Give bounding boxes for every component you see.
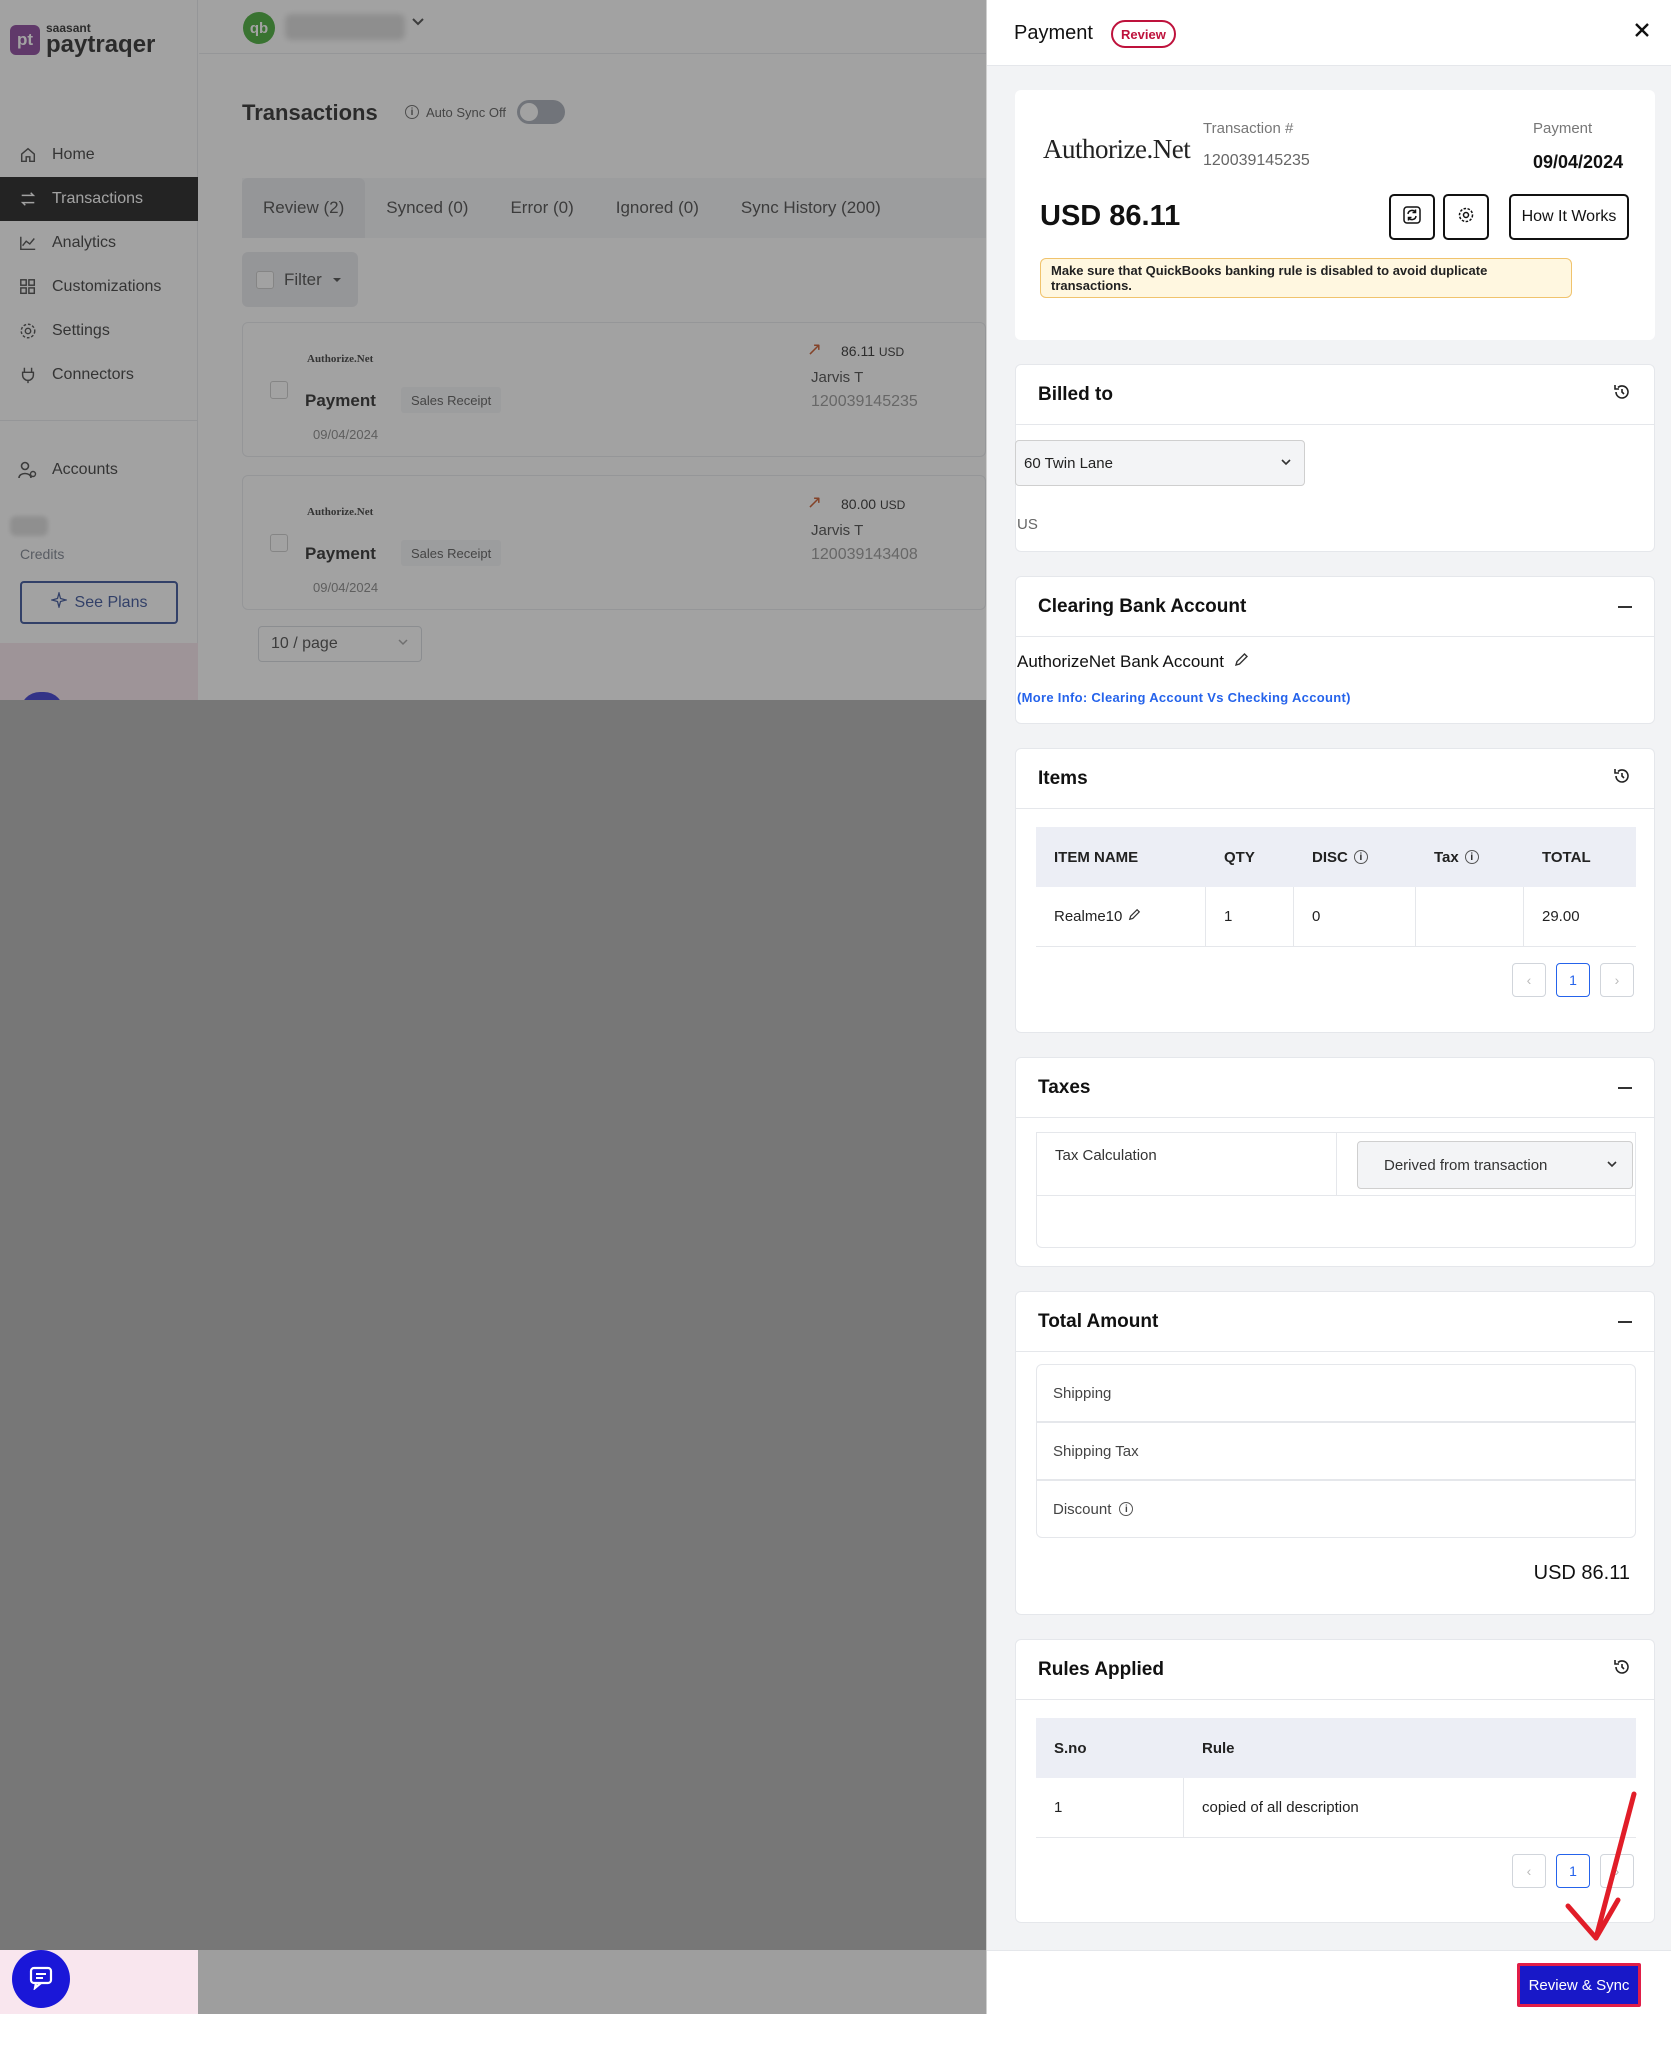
modal-overlay[interactable] [0,0,986,2014]
address-value: 60 Twin Lane [1024,454,1113,472]
bottom-strip [198,1950,986,2014]
column-header: Tax i [1416,827,1524,887]
chat-button[interactable] [12,1950,70,2008]
transaction-number-value: 120039145235 [1203,152,1310,169]
items-table-header: ITEM NAME QTY DISC i Tax i TOTAL [1036,827,1636,887]
info-icon: i [1353,850,1368,864]
payment-date-label: Payment [1533,120,1593,137]
tax-calculation-row: Tax Calculation Derived from transaction [1036,1132,1636,1196]
page-bottom-margin [0,2014,1671,2048]
tax-empty-row [1036,1196,1636,1248]
info-icon: i [1119,1502,1134,1516]
qty-cell: 1 [1206,887,1294,946]
close-icon[interactable] [1633,18,1651,46]
history-icon[interactable] [1612,1657,1632,1683]
gear-icon [1456,205,1476,230]
history-icon[interactable] [1612,766,1632,792]
card-header: Rules Applied [1016,1640,1654,1700]
card-title: Billed to [1038,383,1113,405]
column-header: QTY [1224,848,1255,866]
shipping-tax-label: Shipping Tax [1053,1442,1139,1460]
disc-cell: 0 [1294,887,1416,946]
card-header: Items [1016,749,1654,809]
card-title: Items [1038,767,1088,789]
card-title: Taxes [1038,1076,1091,1098]
rules-table-header: S.no Rule [1036,1718,1636,1778]
shipping-tax-row[interactable]: Shipping Tax [1036,1422,1636,1480]
tax-calculation-select[interactable]: Derived from transaction [1357,1141,1633,1189]
table-row: Realme10 1 0 29.00 [1036,887,1636,947]
shipping-label: Shipping [1053,1384,1112,1402]
card-title: Total Amount [1038,1310,1159,1332]
total-amount-card: Total Amount Shipping Shipping Tax Disco… [1015,1291,1655,1615]
card-header: Total Amount [1016,1292,1654,1352]
tax-cell [1416,887,1524,946]
sno-cell: 1 [1036,1778,1184,1837]
discount-label: Discount [1053,1500,1112,1518]
clearing-account-value: AuthorizeNet Bank Account [1017,652,1224,671]
column-header: DISC i [1294,827,1416,887]
payment-drawer: Payment Review Authorize.Net Transaction… [986,0,1671,2014]
collapse-icon[interactable] [1618,1086,1632,1089]
card-header: Taxes [1016,1058,1654,1118]
page-number-button[interactable]: 1 [1556,963,1590,997]
payment-summary-card: Authorize.Net Transaction # 120039145235… [1015,90,1655,340]
tax-calculation-label: Tax Calculation [1037,1133,1337,1195]
items-pagination: ‹ 1 › [1512,963,1634,997]
card-title: Rules Applied [1038,1658,1164,1680]
how-it-works-button[interactable]: How It Works [1509,194,1629,240]
status-badge: Review [1111,20,1176,48]
shipping-row[interactable]: Shipping [1036,1364,1636,1422]
pencil-icon[interactable] [1128,908,1141,925]
card-title: Clearing Bank Account [1038,595,1247,617]
collapse-icon[interactable] [1618,1320,1632,1323]
item-name-cell: Realme10 [1036,887,1206,946]
next-page-button[interactable]: › [1600,963,1634,997]
clearing-account-name: AuthorizeNet Bank Account [1017,652,1249,672]
annotation-arrow-icon [1538,1788,1648,1953]
chevron-down-icon [1606,1157,1618,1174]
total-cell: 29.00 [1542,908,1580,925]
prev-page-button[interactable]: ‹ [1512,963,1546,997]
drawer-footer: Review & Sync [987,1950,1671,2014]
history-icon[interactable] [1612,382,1632,408]
discount-row[interactable]: Discount i [1036,1480,1636,1538]
transaction-number-label: Transaction # [1203,120,1294,137]
settings-button[interactable] [1443,194,1489,240]
pencil-icon[interactable] [1234,652,1249,672]
authorize-net-logo: Authorize.Net [1043,134,1191,164]
refresh-icon [1402,205,1422,230]
card-header: Billed to [1016,365,1654,425]
column-header: Rule [1202,1739,1235,1757]
review-sync-button[interactable]: Review & Sync [1517,1963,1641,2007]
payment-date-value: 09/04/2024 [1533,152,1624,172]
column-header: ITEM NAME [1054,848,1139,866]
total-amount-value: USD 86.11 [1533,1562,1630,1584]
card-header: Clearing Bank Account [1016,577,1654,637]
chat-icon [28,1964,54,1995]
drawer-header: Payment Review [987,0,1671,66]
column-header: TOTAL [1542,848,1591,866]
taxes-card: Taxes Tax Calculation Derived from trans… [1015,1057,1655,1267]
collapse-icon[interactable] [1618,605,1632,608]
clearing-account-info-link[interactable]: (More Info: Clearing Account Vs Checking… [1017,690,1351,705]
duplicate-warning: Make sure that QuickBooks banking rule i… [1040,258,1572,298]
address-select[interactable]: 60 Twin Lane [1015,440,1305,486]
drawer-title: Payment [1014,22,1093,44]
tax-calculation-value: Derived from transaction [1384,1156,1548,1174]
chevron-down-icon [1280,455,1292,472]
column-header: S.no [1054,1739,1087,1757]
refresh-button[interactable] [1389,194,1435,240]
items-card: Items ITEM NAME QTY DISC i Tax i TOTAL Rea… [1015,748,1655,1033]
billing-country: US [1017,516,1038,533]
payment-amount: USD 86.11 [1040,200,1181,232]
info-icon: i [1464,850,1479,864]
